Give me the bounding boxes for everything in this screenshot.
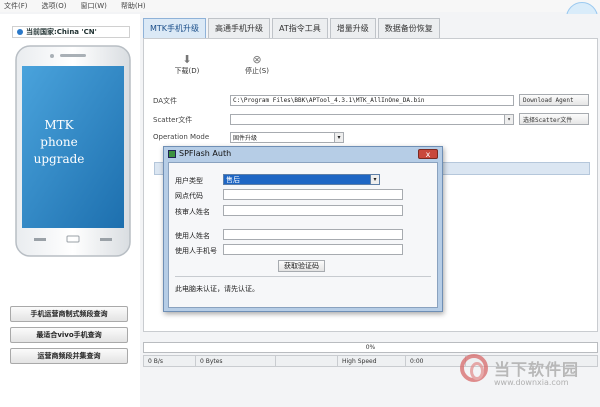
close-icon: x [425, 149, 431, 159]
da-file-label: DA文件 [153, 97, 178, 105]
reviewer-name-label: 核审人姓名 [175, 208, 210, 216]
dialog-title: SPFlash Auth [179, 149, 232, 158]
operator-band-query-button[interactable]: 手机运营商制式频段查询 [10, 306, 128, 322]
operation-mode-label: Operation Mode [153, 133, 210, 141]
status-empty-1 [276, 356, 338, 366]
tab-at-command[interactable]: AT指令工具 [272, 18, 328, 38]
tab-incremental-upgrade[interactable]: 增量升级 [329, 18, 376, 38]
menu-help[interactable]: 帮助(H) [121, 1, 146, 11]
select-scatter-label: 选择Scatter文件 [523, 116, 573, 124]
stop-label: 停止(S) [245, 67, 269, 75]
status-mode: High Speed [338, 356, 406, 366]
user-phone-input[interactable] [223, 244, 403, 255]
user-name-input[interactable] [223, 229, 403, 240]
user-phone-label: 使用人手机号 [175, 247, 217, 255]
location-icon [17, 29, 23, 35]
status-bytes: 0 Bytes [196, 356, 276, 366]
spflash-auth-dialog: SPFlash Auth x 用户类型 售后 ▾ 网点代码 核审人姓名 使用人姓… [163, 146, 443, 312]
left-panel: 当前国家:China 'CN' MTK phone upgrade 手机运营商制… [0, 14, 140, 407]
download-label: 下载(D) [174, 67, 200, 75]
chevron-down-icon: ▾ [370, 175, 379, 184]
status-time: 0:00 [406, 356, 466, 366]
download-arrow-icon: ⬇ [182, 53, 192, 66]
vivo-phone-query-button[interactable]: 最适合vivo手机查询 [10, 327, 128, 343]
close-button[interactable]: x [418, 149, 438, 159]
watermark-title: 当下软件园 [494, 360, 580, 379]
site-watermark: 当下软件园 www.downxia.com [460, 352, 596, 402]
download-button[interactable]: ⬇ 下载(D) [167, 54, 207, 76]
phone-screen-line-2: upgrade [33, 152, 85, 166]
auth-status-message: 此电脑未认证，请先认证。 [175, 285, 259, 293]
band-union-query-button[interactable]: 运营商频段并集查询 [10, 348, 128, 364]
phone-screen-text: MTK phone upgrade [28, 117, 90, 168]
user-type-label: 用户类型 [175, 177, 203, 185]
menu-bar: 文件(F) 选项(O) 窗口(W) 帮助(H) [0, 0, 600, 12]
dialog-divider [175, 276, 431, 277]
tab-mtk-upgrade[interactable]: MTK手机升级 [143, 18, 207, 38]
current-country: 当前国家:China 'CN' [12, 26, 130, 38]
dialog-body: 用户类型 售后 ▾ 网点代码 核审人姓名 使用人姓名 使用人手机号 获取验证码 … [168, 162, 438, 308]
get-verification-code-button[interactable]: 获取验证码 [278, 260, 325, 272]
menu-options[interactable]: 选项(O) [42, 1, 67, 11]
user-name-label: 使用人姓名 [175, 232, 210, 240]
tab-data-backup[interactable]: 数据备份恢复 [377, 18, 440, 38]
get-verification-code-label: 获取验证码 [284, 262, 319, 270]
da-file-input[interactable]: C:\Program Files\BBK\APTool_4.3.1\MTK_Al… [230, 95, 514, 106]
phone-screen-line-1: MTK phone [40, 118, 78, 149]
scatter-file-label: Scatter文件 [153, 116, 193, 124]
menu-file[interactable]: 文件(F) [4, 1, 28, 11]
outlet-code-label: 网点代码 [175, 192, 203, 200]
stop-button[interactable]: ⊗ 停止(S) [237, 54, 277, 76]
chevron-down-icon: ▾ [504, 115, 513, 124]
scatter-file-input[interactable]: ▾ [230, 114, 514, 125]
watermark-logo-icon [460, 354, 488, 382]
menu-window[interactable]: 窗口(W) [80, 1, 106, 11]
tab-bar: MTK手机升级 高通手机升级 AT指令工具 增量升级 数据备份恢复 [143, 18, 440, 38]
download-agent-label: Download Agent [523, 96, 574, 104]
operation-mode-value: 固件升级 [233, 135, 258, 142]
operation-mode-select[interactable]: 固件升级 ▾ [230, 132, 344, 143]
reviewer-name-input[interactable] [223, 205, 403, 216]
stop-icon: ⊗ [252, 53, 262, 66]
select-scatter-button[interactable]: 选择Scatter文件 [519, 113, 589, 125]
app-icon [168, 149, 176, 158]
chevron-down-icon: ▾ [334, 133, 343, 142]
progress-percent: 0% [365, 344, 376, 351]
dialog-title-bar: SPFlash Auth [168, 149, 231, 158]
outlet-code-input[interactable] [223, 189, 403, 200]
download-agent-button[interactable]: Download Agent [519, 94, 589, 106]
watermark-url: www.downxia.com [494, 378, 569, 387]
current-country-label: 当前国家:China 'CN' [26, 28, 97, 36]
status-speed: 0 B/s [144, 356, 196, 366]
user-type-select[interactable]: 售后 ▾ [223, 174, 380, 185]
tab-qualcomm-upgrade[interactable]: 高通手机升级 [208, 18, 271, 38]
user-type-value: 售后 [226, 175, 240, 184]
